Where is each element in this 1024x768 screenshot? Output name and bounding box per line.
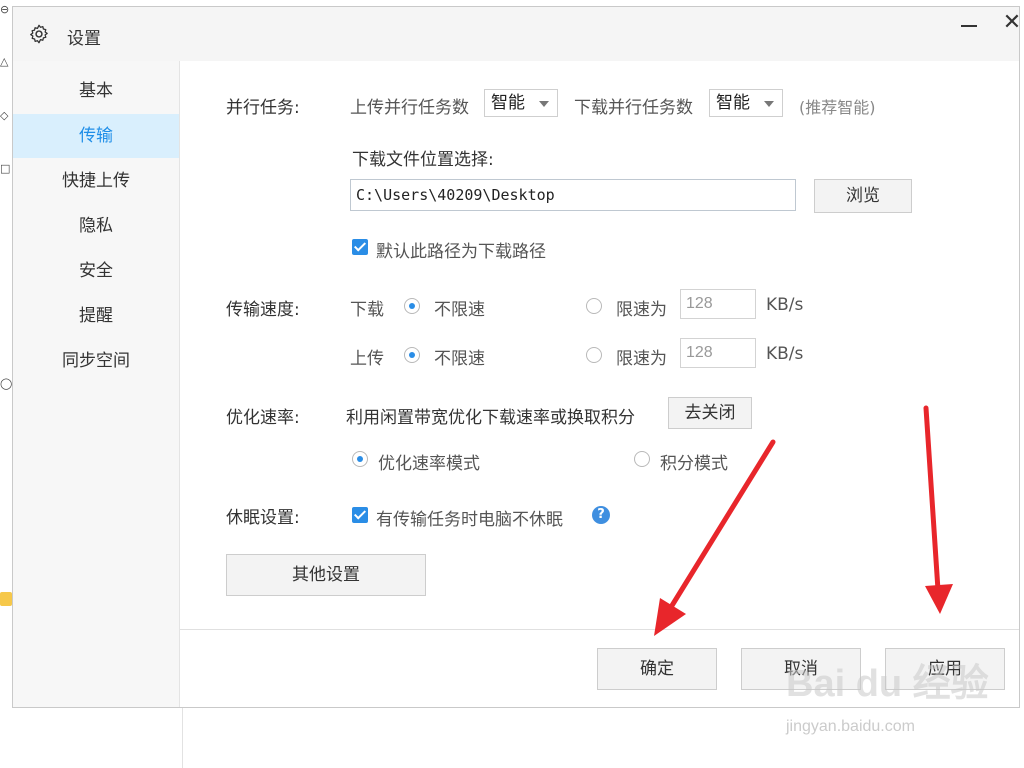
optimize-speed-mode-label: 优化速率模式 <box>378 454 480 474</box>
sidebar-item-transfer[interactable]: 传输 <box>13 114 179 158</box>
browse-button[interactable]: 浏览 <box>814 179 912 213</box>
download-unlimited-radio[interactable] <box>404 298 420 314</box>
gear-icon <box>30 24 48 44</box>
folder-icon <box>0 592 12 606</box>
upload-unlimited-label: 不限速 <box>434 349 485 369</box>
download-location-label: 下载文件位置选择: <box>352 150 494 170</box>
settings-content: 并行任务: 上传并行任务数 智能 下载并行任务数 智能 (推荐智能) 下载文件位… <box>180 61 1019 633</box>
sidebar-item-sync-space[interactable]: 同步空间 <box>13 339 179 383</box>
upload-limit-radio[interactable] <box>586 347 602 363</box>
question-icon[interactable]: ? <box>592 506 610 524</box>
default-path-checkbox-label: 默认此路径为下载路径 <box>376 242 546 262</box>
upload-parallel-select[interactable]: 智能 <box>484 89 558 117</box>
background-icon: △ <box>0 55 9 68</box>
settings-dialog: 设置 ✕ 基本 传输 快捷上传 隐私 安全 提醒 同步空间 并行任务: 上传并行… <box>12 6 1021 708</box>
minimize-icon[interactable] <box>955 11 981 37</box>
points-mode-label: 积分模式 <box>660 454 728 474</box>
sidebar-item-quick-upload[interactable]: 快捷上传 <box>13 159 179 203</box>
download-limit-radio[interactable] <box>586 298 602 314</box>
download-limit-unit: KB/s <box>766 295 804 315</box>
other-settings-button[interactable]: 其他设置 <box>226 554 426 596</box>
ok-button[interactable]: 确定 <box>597 648 717 690</box>
divider <box>182 708 183 768</box>
download-path-input[interactable]: C:\Users\40209\Desktop <box>350 179 796 211</box>
sidebar-item-reminder[interactable]: 提醒 <box>13 294 179 338</box>
settings-sidebar: 基本 传输 快捷上传 隐私 安全 提醒 同步空间 <box>13 61 180 707</box>
upload-speed-label: 上传 <box>350 349 384 369</box>
sidebar-item-security[interactable]: 安全 <box>13 249 179 293</box>
title-bar: 设置 ✕ <box>13 7 1021 61</box>
parallel-hint: (推荐智能) <box>799 98 876 117</box>
optimize-rate-label: 优化速率: <box>226 408 300 428</box>
disable-optimize-button[interactable]: 去关闭 <box>668 397 752 429</box>
upload-parallel-label: 上传并行任务数 <box>350 98 469 118</box>
sleep-settings-label: 休眠设置: <box>226 508 300 528</box>
upload-limit-unit: KB/s <box>766 344 804 364</box>
download-parallel-value: 智能 <box>716 93 750 113</box>
background-icon: ⊖ <box>0 3 10 16</box>
close-icon[interactable]: ✕ <box>999 10 1024 36</box>
parallel-tasks-label: 并行任务: <box>226 98 300 118</box>
upload-limit-input[interactable]: 128 <box>680 338 756 368</box>
sidebar-item-privacy[interactable]: 隐私 <box>13 204 179 248</box>
background-icon: ◯ <box>0 377 13 390</box>
transfer-speed-label: 传输速度: <box>226 300 300 320</box>
chevron-down-icon <box>539 101 549 107</box>
background-app-strip: ⊖ △ ◇ □ ◯ <box>0 0 12 768</box>
watermark-url: jingyan.baidu.com <box>786 718 915 735</box>
no-sleep-checkbox-label: 有传输任务时电脑不休眠 <box>376 510 563 530</box>
watermark: Bai du 经验 jingyan.baidu.com <box>780 650 1010 745</box>
download-parallel-select[interactable]: 智能 <box>709 89 783 117</box>
points-mode-radio[interactable] <box>634 451 650 467</box>
upload-limit-label: 限速为 <box>616 349 667 369</box>
optimize-speed-mode-radio[interactable] <box>352 451 368 467</box>
upload-parallel-value: 智能 <box>491 93 525 113</box>
optimize-rate-description: 利用闲置带宽优化下载速率或换取积分 <box>346 408 635 428</box>
sidebar-item-basic[interactable]: 基本 <box>13 69 179 113</box>
download-limit-input[interactable]: 128 <box>680 289 756 319</box>
upload-unlimited-radio[interactable] <box>404 347 420 363</box>
download-limit-label: 限速为 <box>616 300 667 320</box>
watermark-logo-text: Bai du 经验 <box>786 663 989 705</box>
download-parallel-label: 下载并行任务数 <box>574 98 693 118</box>
download-speed-label: 下载 <box>350 300 384 320</box>
background-icon: □ <box>0 162 11 175</box>
download-unlimited-label: 不限速 <box>434 300 485 320</box>
dialog-title: 设置 <box>67 29 101 49</box>
chevron-down-icon <box>764 101 774 107</box>
background-icon: ◇ <box>0 109 9 122</box>
no-sleep-checkbox[interactable] <box>352 507 368 523</box>
default-path-checkbox[interactable] <box>352 239 368 255</box>
